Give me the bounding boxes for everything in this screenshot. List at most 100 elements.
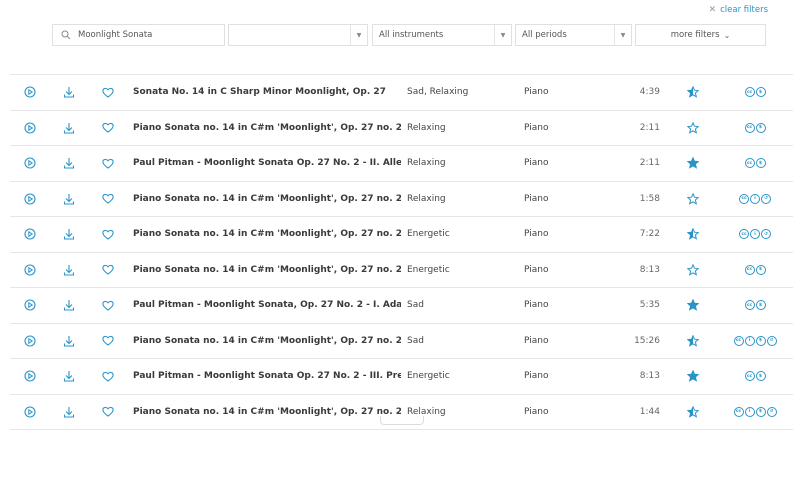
track-mood: Relaxing	[407, 122, 446, 133]
track-mood: Energetic	[407, 371, 450, 382]
track-title[interactable]: Piano Sonata no. 14 in C#m 'Moonlight', …	[133, 395, 401, 430]
license-badges: cc i ↺	[720, 182, 790, 217]
track-instrument: Piano	[524, 229, 549, 240]
track-title[interactable]: Sonata No. 14 in C Sharp Minor Moonlight…	[133, 75, 401, 110]
download-icon	[63, 371, 75, 382]
license-cc-icon: cc	[744, 87, 755, 98]
close-icon: ✕	[708, 5, 717, 15]
play-icon	[24, 86, 36, 98]
favorite-button[interactable]	[102, 217, 114, 252]
license-badges: cc i $ ↺	[720, 324, 790, 359]
favorite-button[interactable]	[102, 182, 114, 217]
favorite-button[interactable]	[102, 359, 114, 394]
play-button[interactable]	[24, 288, 36, 323]
track-duration: 4:39	[639, 87, 660, 98]
track-row: Piano Sonata no. 14 in C#m 'Moonlight', …	[10, 182, 793, 217]
track-title[interactable]: Piano Sonata no. 14 in C#m 'Moonlight', …	[133, 182, 401, 217]
favorite-button[interactable]	[102, 253, 114, 288]
download-button[interactable]	[63, 288, 75, 323]
search-input[interactable]: Moonlight Sonata	[52, 24, 225, 46]
heart-icon	[102, 229, 114, 240]
rate-button[interactable]	[687, 75, 699, 110]
track-instrument: Piano	[524, 335, 549, 346]
license-badges: cc $	[720, 253, 790, 288]
download-icon	[63, 300, 75, 311]
periods-select[interactable]: All periods ▼	[515, 24, 632, 46]
license-badges: cc i ↺	[720, 217, 790, 252]
favorite-button[interactable]	[102, 146, 114, 181]
instruments-value: All instruments	[379, 30, 444, 40]
track-instrument: Piano	[524, 300, 549, 311]
play-button[interactable]	[24, 146, 36, 181]
download-button[interactable]	[63, 75, 75, 110]
download-button[interactable]	[63, 217, 75, 252]
play-button[interactable]	[24, 359, 36, 394]
download-button[interactable]	[63, 324, 75, 359]
track-title[interactable]: Paul Pitman - Moonlight Sonata Op. 27 No…	[133, 146, 401, 181]
download-button[interactable]	[63, 146, 75, 181]
track-title[interactable]: Piano Sonata no. 14 in C#m 'Moonlight', …	[133, 324, 401, 359]
track-title[interactable]: Piano Sonata no. 14 in C#m 'Moonlight', …	[133, 217, 401, 252]
license-nc-icon: $	[755, 335, 766, 346]
star-icon	[687, 263, 699, 276]
license-cc-icon: cc	[733, 335, 744, 346]
favorite-button[interactable]	[102, 111, 114, 146]
favorite-button[interactable]	[102, 288, 114, 323]
license-cc-icon: cc	[744, 158, 755, 169]
rate-button[interactable]	[687, 395, 699, 430]
load-more-handle[interactable]	[380, 416, 424, 425]
heart-icon	[102, 265, 114, 275]
play-button[interactable]	[24, 111, 36, 146]
rate-button[interactable]	[687, 182, 699, 217]
license-sa-icon: ↺	[766, 335, 777, 346]
more-filters-button[interactable]: more filters ⌄	[635, 24, 766, 46]
periods-value: All periods	[522, 30, 567, 40]
instruments-select[interactable]: All instruments ▼	[372, 24, 512, 46]
rate-button[interactable]	[687, 217, 699, 252]
favorite-button[interactable]	[102, 324, 114, 359]
license-sa-icon: ↺	[761, 193, 771, 204]
play-button[interactable]	[24, 253, 36, 288]
track-duration: 1:58	[639, 193, 660, 204]
track-title[interactable]: Paul Pitman - Moonlight Sonata, Op. 27 N…	[133, 288, 401, 323]
track-title[interactable]: Piano Sonata no. 14 in C#m 'Moonlight', …	[133, 253, 401, 288]
download-button[interactable]	[63, 359, 75, 394]
rate-button[interactable]	[687, 359, 699, 394]
play-icon	[24, 299, 36, 311]
genre-select[interactable]: ▼	[228, 24, 368, 46]
track-row: Paul Pitman - Moonlight Sonata, Op. 27 N…	[10, 288, 793, 324]
clear-filters-link[interactable]: ✕ clear filters	[709, 5, 768, 15]
track-instrument: Piano	[524, 158, 549, 169]
more-filters-label: more filters	[670, 30, 720, 40]
track-row: Paul Pitman - Moonlight Sonata Op. 27 No…	[10, 359, 793, 395]
track-instrument: Piano	[524, 87, 549, 98]
caret-down-icon: ▼	[614, 25, 631, 45]
rate-button[interactable]	[687, 324, 699, 359]
license-cc-icon: cc	[739, 229, 749, 240]
search-value: Moonlight Sonata	[78, 30, 153, 40]
track-title[interactable]: Paul Pitman - Moonlight Sonata Op. 27 No…	[133, 359, 401, 394]
download-button[interactable]	[63, 182, 75, 217]
download-icon	[63, 87, 75, 98]
favorite-button[interactable]	[102, 75, 114, 110]
rate-button[interactable]	[687, 288, 699, 323]
download-button[interactable]	[63, 111, 75, 146]
rate-button[interactable]	[687, 111, 699, 146]
favorite-button[interactable]	[102, 395, 114, 430]
play-button[interactable]	[24, 324, 36, 359]
play-button[interactable]	[24, 75, 36, 110]
download-button[interactable]	[63, 395, 75, 430]
play-button[interactable]	[24, 217, 36, 252]
track-title[interactable]: Piano Sonata no. 14 in C#m 'Moonlight', …	[133, 111, 401, 146]
track-mood: Sad	[407, 335, 424, 346]
play-button[interactable]	[24, 182, 36, 217]
play-button[interactable]	[24, 395, 36, 430]
rate-button[interactable]	[687, 253, 699, 288]
download-icon	[63, 158, 75, 169]
caret-down-icon: ▼	[350, 25, 367, 45]
download-button[interactable]	[63, 253, 75, 288]
track-duration: 2:11	[639, 158, 660, 169]
license-cc-icon: cc	[744, 264, 755, 275]
rate-button[interactable]	[687, 146, 699, 181]
license-cc-icon: cc	[744, 371, 755, 382]
